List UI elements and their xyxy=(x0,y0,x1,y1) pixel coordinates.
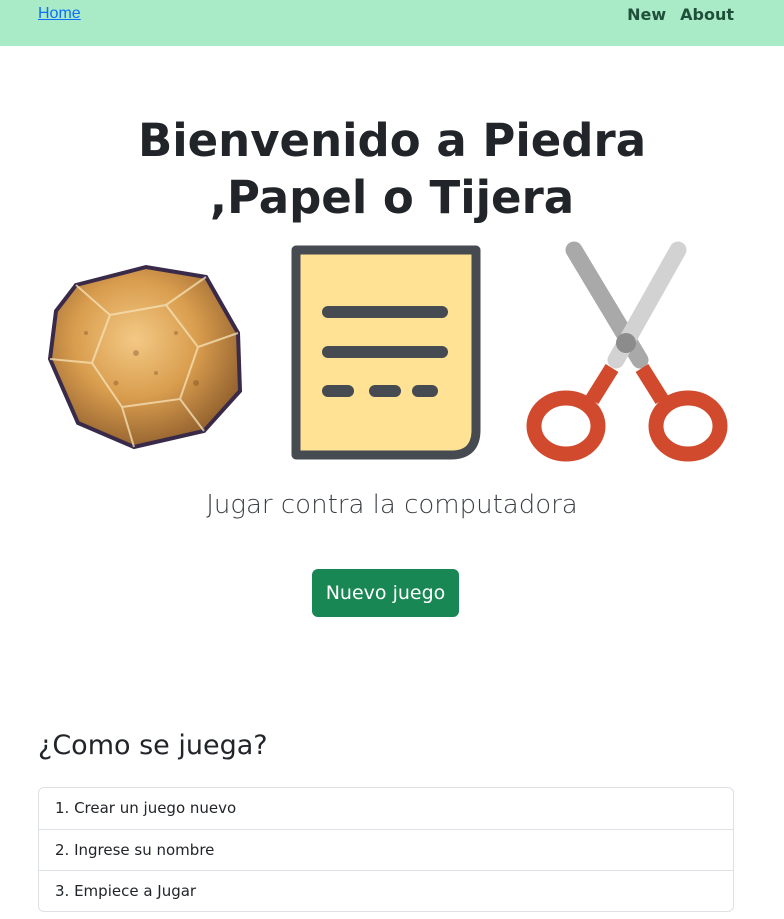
list-item: 1. Crear un juego nuevo xyxy=(55,799,237,817)
list-item: 2. Ingrese su nombre xyxy=(39,829,733,870)
nav-right-links: New About xyxy=(627,5,734,24)
nav-new-link[interactable]: New xyxy=(627,5,666,24)
new-game-button[interactable]: Nuevo juego xyxy=(312,569,459,617)
nav-about-link[interactable]: About xyxy=(680,5,734,24)
rock-illustration xyxy=(47,264,243,450)
paper-document-icon xyxy=(291,245,481,460)
top-navbar: Home New About xyxy=(0,0,784,46)
scissors-icon xyxy=(526,241,728,462)
nav-home-link[interactable]: Home xyxy=(38,5,81,23)
how-to-play-list: 1. Crear un juego nuevo 2. Ingrese su no… xyxy=(38,787,734,912)
page-title: Bienvenido a Piedra ,Papel o Tijera xyxy=(137,114,647,224)
hero-subtitle: Jugar contra la computadora xyxy=(206,490,578,520)
how-to-play-heading: ¿Como se juega? xyxy=(38,730,268,761)
list-item: 3. Empiece a Jugar xyxy=(39,870,733,911)
